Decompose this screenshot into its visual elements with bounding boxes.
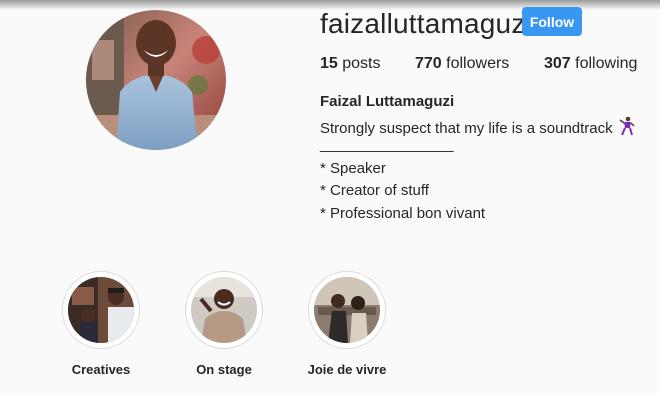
follow-button[interactable]: Follow — [522, 7, 582, 36]
profile-page: faizalluttamaguzi Follow 15 posts 770 fo… — [0, 0, 664, 393]
following-label: following — [575, 55, 638, 72]
bio-divider: ________________ — [320, 136, 454, 153]
page-edge-right — [660, 0, 664, 396]
posts-label: posts — [342, 55, 381, 72]
bio-text: Strongly suspect that my life is a sound… — [320, 120, 613, 137]
profile-stats: 15 posts 770 followers 307 following — [0, 55, 660, 75]
profile-full-name: Faizal Luttamaguzi — [320, 93, 455, 110]
followers-stat[interactable]: 770 followers — [415, 55, 509, 73]
posts-stat[interactable]: 15 posts — [320, 55, 381, 73]
avatar-photo — [86, 10, 226, 150]
highlight-ring — [308, 271, 386, 349]
highlight-ring — [185, 271, 263, 349]
followers-label: followers — [446, 55, 510, 72]
bio-line-2: * Speaker — [320, 160, 386, 177]
followers-count: 770 — [415, 55, 442, 72]
profile-username: faizalluttamaguzi — [320, 8, 532, 39]
bio-line-3: * Creator of stuff — [320, 182, 429, 199]
joie-de-vivre-thumbnail-icon — [314, 277, 380, 343]
creatives-thumbnail-icon — [68, 277, 134, 343]
highlight-label: Joie de vivre — [307, 362, 387, 377]
following-count: 307 — [544, 55, 571, 72]
profile-avatar[interactable] — [86, 10, 226, 150]
highlight-label: On stage — [196, 362, 252, 377]
following-stat[interactable]: 307 following — [544, 55, 637, 73]
highlight-label: Creatives — [71, 362, 131, 377]
dancer-icon — [619, 116, 635, 140]
posts-count: 15 — [320, 55, 338, 72]
on-stage-thumbnail-icon — [191, 277, 257, 343]
bio-line-4: * Professional bon vivant — [320, 205, 486, 222]
highlight-ring — [62, 271, 140, 349]
